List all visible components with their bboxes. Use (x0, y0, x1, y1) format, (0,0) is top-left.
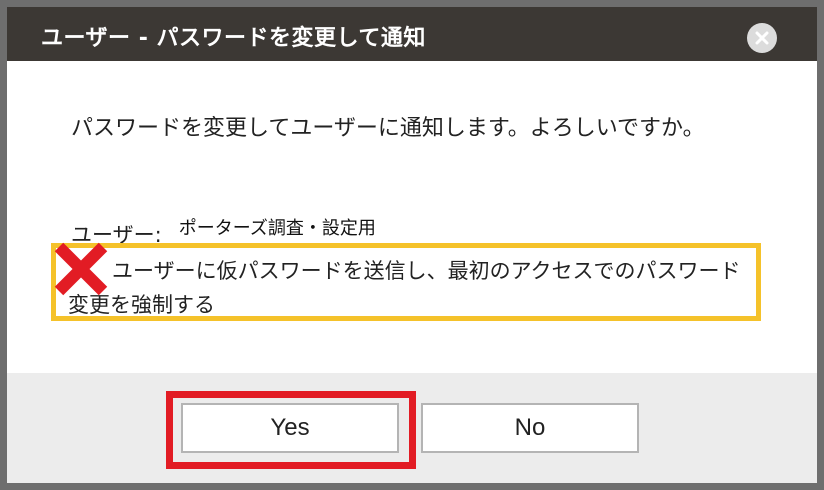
force-change-option-label[interactable]: ユーザーに仮パスワードを送信し、最初のアクセスでのパスワード変更を強制する (68, 254, 758, 322)
dialog-title: ユーザー - パスワードを変更して通知 (41, 26, 426, 51)
user-value: ポーターズ調査・設定用 (178, 218, 376, 239)
confirm-message: パスワードを変更してユーザーに通知します。よろしいですか。 (71, 116, 705, 141)
dialog-content: パスワードを変更してユーザーに通知します。よろしいですか。 ユーザー: ポーター… (7, 61, 817, 373)
force-change-option: ユーザーに仮パスワードを送信し、最初のアクセスでのパスワード変更を強制する (51, 243, 761, 321)
close-button[interactable] (747, 23, 777, 53)
x-mark-icon (54, 242, 108, 296)
dialog-titlebar: ユーザー - パスワードを変更して通知 (7, 7, 817, 61)
close-icon (755, 31, 769, 45)
no-button[interactable]: No (421, 403, 639, 453)
dialog-footer: Yes No (7, 373, 817, 483)
yes-button[interactable]: Yes (181, 403, 399, 453)
user-row: ユーザー: ポーターズ調査・設定用 (71, 211, 376, 247)
dialog: ユーザー - パスワードを変更して通知 パスワードを変更してユーザーに通知します… (7, 7, 817, 483)
